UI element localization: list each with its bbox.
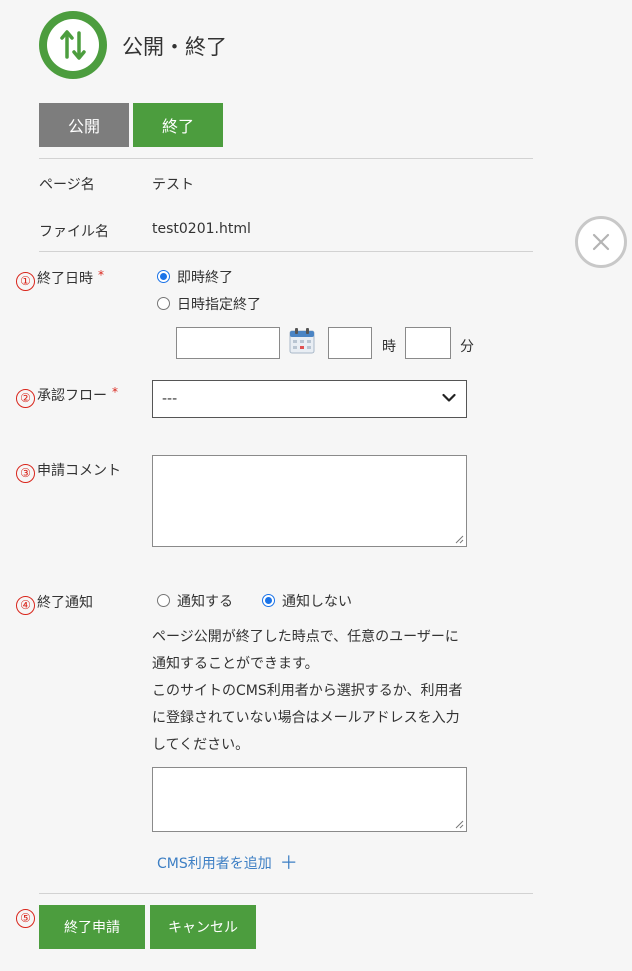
end-datetime-label: ① 終了日時 * [16,268,104,291]
radio-immediate-end-label: 即時終了 [177,270,233,286]
approval-flow-label-text: 承認フロー [37,388,107,404]
page-name-value: テスト [152,177,194,193]
help-text-line: このサイトのCMS利用者から選択するか、利用者 [152,683,463,699]
comment-textarea[interactable] [152,455,467,547]
publish-toggle-arrows-icon [39,11,107,79]
tab-end[interactable]: 終了 [133,103,223,147]
hour-unit: 時 [382,339,396,355]
close-button[interactable] [575,216,627,268]
comment-label-text: 申請コメント [37,463,121,479]
step-number-3: ③ [16,464,35,483]
notify-recipients-textarea[interactable] [152,767,467,832]
radio-button-checked[interactable] [157,270,170,283]
cancel-button[interactable]: キャンセル [150,905,256,949]
help-text-line: 通知することができます。 [152,656,319,672]
tab-publish[interactable]: 公開 [39,103,129,147]
divider [39,893,533,894]
submit-end-request-button[interactable]: 終了申請 [39,905,145,949]
plus-icon: ＋ [279,853,298,874]
radio-button[interactable] [157,594,170,607]
end-minute-input[interactable] [405,327,451,359]
file-name-value: test0201.html [152,221,251,237]
resize-handle-icon[interactable] [454,534,464,544]
help-text-line: ページ公開が終了した時点で、任意のユーザーに [152,629,459,645]
radio-notify-yes-label: 通知する [177,594,233,610]
notify-help-text: ページ公開が終了した時点で、任意のユーザーに 通知することができます。 このサイ… [152,624,492,759]
divider [39,158,533,159]
radio-scheduled-end-label: 日時指定終了 [177,297,261,313]
radio-notify-yes[interactable]: 通知する [157,591,233,611]
approval-flow-label: ② 承認フロー * [16,385,118,408]
divider [39,251,533,252]
file-name-label: ファイル名 [39,224,109,240]
radio-immediate-end[interactable]: 即時終了 [157,267,233,287]
approval-flow-select[interactable]: --- [152,380,467,418]
minute-unit: 分 [460,339,474,355]
help-text-line: に登録されていない場合はメールアドレスを入力 [152,710,460,726]
step-number-4: ④ [16,596,35,615]
step-number-1: ① [16,272,35,291]
notify-label: ④ 終了通知 [16,592,93,615]
help-text-line: してください。 [152,737,250,753]
actions-number: ⑤ [16,908,37,928]
radio-scheduled-end[interactable]: 日時指定終了 [157,294,261,314]
close-icon [592,233,610,251]
page-name-label: ページ名 [39,177,95,193]
page-title: 公開・終了 [122,35,227,59]
add-cms-user-link[interactable]: CMS利用者を追加 ＋ [157,849,298,875]
step-number-5: ⑤ [16,909,35,928]
end-hour-input[interactable] [328,327,372,359]
resize-handle-icon[interactable] [454,819,464,829]
add-cms-user-link-text: CMS利用者を追加 [157,856,272,872]
calendar-icon[interactable] [288,327,316,359]
comment-label: ③ 申請コメント [16,460,121,483]
radio-notify-no-label: 通知しない [282,594,352,610]
notify-label-text: 終了通知 [37,595,93,611]
step-number-2: ② [16,389,35,408]
end-date-input[interactable] [176,327,280,359]
radio-notify-no[interactable]: 通知しない [262,591,352,611]
required-mark: * [98,268,104,282]
approval-flow-selected-value: --- [162,391,178,407]
chevron-down-icon [442,393,456,402]
required-mark: * [112,385,118,399]
radio-button-checked[interactable] [262,594,275,607]
radio-button[interactable] [157,297,170,310]
end-datetime-label-text: 終了日時 [37,271,93,287]
